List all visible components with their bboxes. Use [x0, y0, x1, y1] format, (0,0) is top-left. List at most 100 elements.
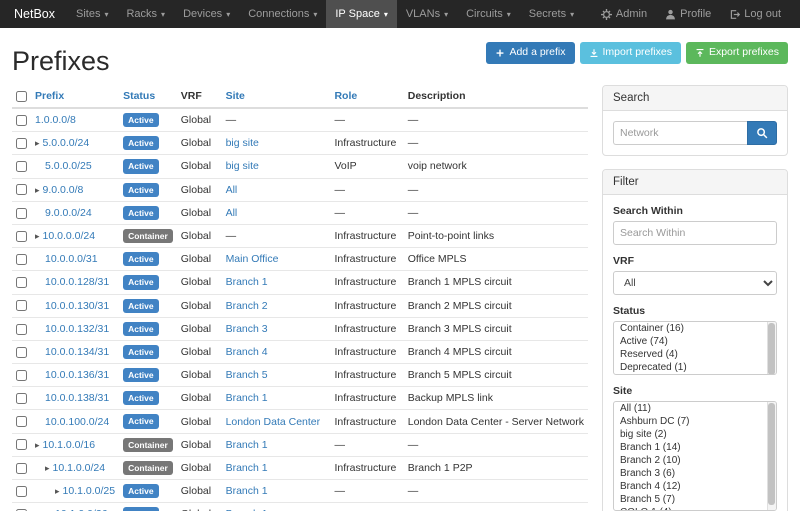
row-checkbox[interactable]	[16, 138, 27, 149]
site-link[interactable]: big site	[226, 160, 259, 172]
row-checkbox[interactable]	[16, 184, 27, 195]
prefix-link[interactable]: 10.1.0.0/24	[53, 462, 106, 474]
option-branch-3-6[interactable]: Branch 3 (6)	[614, 467, 776, 480]
nav-item-admin[interactable]: Admin	[592, 0, 656, 28]
row-checkbox[interactable]	[16, 439, 27, 450]
site-link[interactable]: Branch 1	[226, 462, 268, 474]
prefix-link[interactable]: 5.0.0.0/24	[43, 137, 90, 149]
site-link[interactable]: London Data Center	[226, 416, 321, 428]
site-link[interactable]: Branch 3	[226, 323, 268, 335]
row-checkbox[interactable]	[16, 416, 27, 427]
prefix-link[interactable]: 10.0.0.132/31	[45, 323, 109, 335]
site-link[interactable]: All	[226, 184, 238, 196]
nav-item-secrets[interactable]: Secrets▾	[520, 0, 583, 28]
nav-item-connections[interactable]: Connections▾	[239, 0, 326, 28]
prefix-link[interactable]: 10.0.0.0/31	[45, 253, 98, 265]
column-header-site[interactable]: Site	[222, 85, 331, 108]
row-checkbox[interactable]	[16, 347, 27, 358]
row-checkbox[interactable]	[16, 463, 27, 474]
prefix-link[interactable]: 10.0.0.138/31	[45, 392, 109, 404]
prefix-link[interactable]: 10.0.0.134/31	[45, 346, 109, 358]
prefix-link[interactable]: 10.1.0.0/25	[63, 485, 116, 497]
row-checkbox[interactable]	[16, 208, 27, 219]
expand-arrow-icon[interactable]: ▸	[35, 185, 40, 195]
row-checkbox[interactable]	[16, 231, 27, 242]
column-header-role[interactable]: Role	[330, 85, 403, 108]
brand[interactable]: NetBox	[8, 0, 67, 28]
option-container-16[interactable]: Container (16)	[614, 322, 776, 335]
table-row: ▸10.1.0.0/24ContainerGlobalBranch 1Infra…	[12, 456, 588, 479]
scrollbar-thumb[interactable]	[768, 323, 775, 375]
option-branch-4-12[interactable]: Branch 4 (12)	[614, 480, 776, 493]
nav-item-vlans[interactable]: VLANs▾	[397, 0, 457, 28]
prefix-link[interactable]: 10.0.0.136/31	[45, 369, 109, 381]
prefix-link[interactable]: 10.0.100.0/24	[45, 416, 109, 428]
row-checkbox[interactable]	[16, 370, 27, 381]
expand-arrow-icon[interactable]: ▸	[45, 463, 50, 473]
site-link[interactable]: Branch 1	[226, 439, 268, 451]
row-checkbox[interactable]	[16, 254, 27, 265]
nav-item-circuits[interactable]: Circuits▾	[457, 0, 520, 28]
row-checkbox[interactable]	[16, 115, 27, 126]
import-prefixes-button[interactable]: Import prefixes	[580, 42, 681, 64]
prefix-link[interactable]: 10.0.0.0/24	[43, 230, 96, 242]
prefix-link[interactable]: 5.0.0.0/25	[45, 160, 92, 172]
expand-arrow-icon[interactable]: ▸	[35, 231, 40, 241]
expand-arrow-icon[interactable]: ▸	[55, 486, 60, 496]
column-header-status[interactable]: Status	[119, 85, 177, 108]
site-link[interactable]: big site	[226, 137, 259, 149]
nav-item-profile[interactable]: Profile	[656, 0, 720, 28]
site-link[interactable]: Branch 4	[226, 346, 268, 358]
site-link[interactable]: All	[226, 207, 238, 219]
prefix-link[interactable]: 1.0.0.0/8	[35, 114, 76, 126]
nav-item-log-out[interactable]: Log out	[720, 0, 790, 28]
row-checkbox[interactable]	[16, 161, 27, 172]
site-link[interactable]: Main Office	[226, 253, 279, 265]
option-colo-1-4[interactable]: COLO 1 (4)	[614, 506, 776, 511]
option-deprecated-1[interactable]: Deprecated (1)	[614, 361, 776, 374]
option-ashburn-dc-7[interactable]: Ashburn DC (7)	[614, 415, 776, 428]
prefix-link[interactable]: 9.0.0.0/24	[45, 207, 92, 219]
expand-arrow-icon[interactable]: ▸	[35, 138, 40, 148]
site-link[interactable]: Branch 1	[226, 392, 268, 404]
option-branch-2-10[interactable]: Branch 2 (10)	[614, 454, 776, 467]
vrf-cell: Global	[177, 155, 222, 178]
indent-spacer	[35, 400, 45, 401]
column-header-prefix[interactable]: Prefix	[31, 85, 119, 108]
expand-arrow-icon[interactable]: ▸	[35, 440, 40, 450]
status-badge: Active	[123, 252, 159, 266]
row-checkbox[interactable]	[16, 486, 27, 497]
row-checkbox[interactable]	[16, 300, 27, 311]
nav-item-ip-space[interactable]: IP Space▾	[326, 0, 396, 28]
prefix-link[interactable]: 10.0.0.130/31	[45, 300, 109, 312]
prefix-link[interactable]: 9.0.0.0/8	[43, 184, 84, 196]
option-reserved-4[interactable]: Reserved (4)	[614, 348, 776, 361]
scrollbar-thumb[interactable]	[768, 403, 775, 505]
search-within-input[interactable]	[613, 221, 777, 245]
option-big-site-2[interactable]: big site (2)	[614, 428, 776, 441]
site-link[interactable]: Branch 5	[226, 369, 268, 381]
row-checkbox[interactable]	[16, 324, 27, 335]
search-button[interactable]	[747, 121, 777, 145]
nav-item-sites[interactable]: Sites▾	[67, 0, 117, 28]
nav-item-racks[interactable]: Racks▾	[117, 0, 174, 28]
option-branch-5-7[interactable]: Branch 5 (7)	[614, 493, 776, 506]
user-icon	[665, 9, 676, 20]
search-input[interactable]	[613, 121, 747, 145]
site-link[interactable]: Branch 1	[226, 276, 268, 288]
option-active-74[interactable]: Active (74)	[614, 335, 776, 348]
nav-item-devices[interactable]: Devices▾	[174, 0, 239, 28]
site-link[interactable]: Branch 2	[226, 300, 268, 312]
option-all-11[interactable]: All (11)	[614, 402, 776, 415]
prefix-link[interactable]: 10.1.0.0/16	[43, 439, 96, 451]
export-prefixes-button[interactable]: Export prefixes	[686, 42, 788, 64]
select-all-checkbox[interactable]	[16, 91, 27, 102]
site-link[interactable]: Branch 1	[226, 485, 268, 497]
row-checkbox[interactable]	[16, 393, 27, 404]
prefix-link[interactable]: 10.0.0.128/31	[45, 276, 109, 288]
row-checkbox[interactable]	[16, 277, 27, 288]
add-a-prefix-button[interactable]: Add a prefix	[486, 42, 574, 64]
table-row: 10.0.0.130/31ActiveGlobalBranch 2Infrast…	[12, 294, 588, 317]
vrf-select[interactable]: All	[613, 271, 777, 295]
option-branch-1-14[interactable]: Branch 1 (14)	[614, 441, 776, 454]
